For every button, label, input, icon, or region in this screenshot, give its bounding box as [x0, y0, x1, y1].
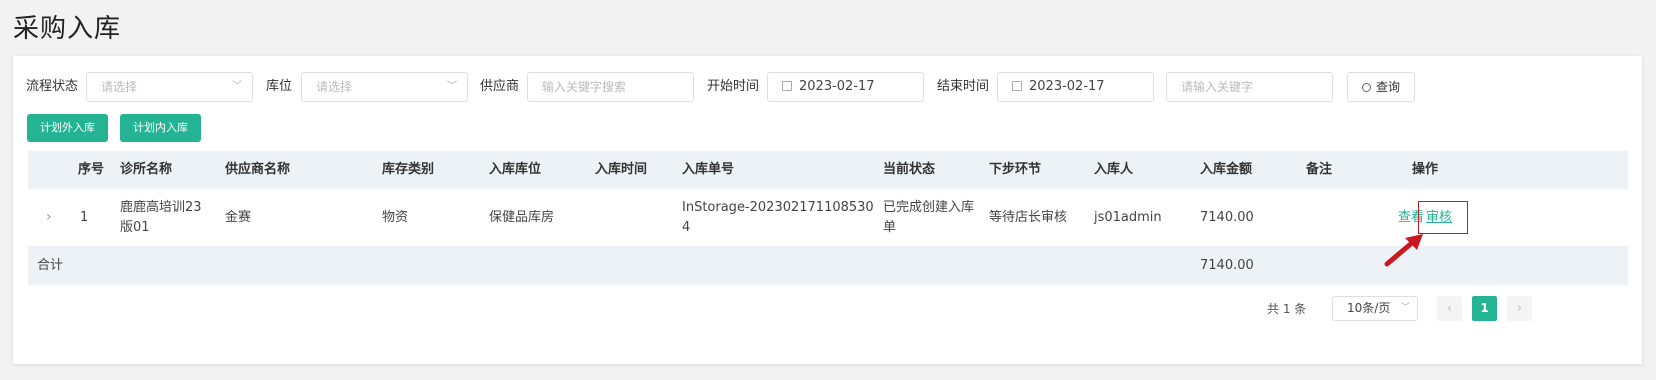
col-time: 入库时间: [595, 162, 648, 177]
supplier-filter-label: 供应商: [480, 79, 520, 94]
table-header: 序号 诊所名称 供应商名称 库存类别 入库库位 入库时间 入库单号 当前状态 下…: [28, 151, 1628, 189]
current-page-button[interactable]: 1: [1472, 296, 1497, 321]
cell-clinic-line1: 鹿鹿高培训23: [120, 200, 202, 215]
summary-label: 合计: [37, 258, 64, 273]
col-location: 入库库位: [489, 162, 542, 177]
query-button-label: 查询: [1376, 80, 1401, 94]
col-operator: 入库人: [1094, 162, 1134, 177]
summary-amount: 7140.00: [1200, 258, 1254, 273]
location-select[interactable]: 请选择 ﹀: [301, 72, 468, 102]
cell-next-step: 等待店长审核: [989, 210, 1068, 225]
col-amount: 入库金额: [1200, 162, 1253, 177]
supplier-search-placeholder: 输入关键字搜索: [542, 80, 627, 94]
filter-bar: 流程状态 请选择 ﹀ 库位 请选择 ﹀ 供应商 输入关键字搜索 开始时间 202…: [13, 72, 1642, 102]
page-size-select[interactable]: 10条/页 ﹀: [1332, 296, 1418, 321]
col-clinic: 诊所名称: [120, 162, 173, 177]
col-remark: 备注: [1306, 162, 1333, 177]
planned-inbound-button[interactable]: 计划内入库: [120, 114, 201, 142]
start-date-value: 2023-02-17: [799, 79, 875, 94]
col-index: 序号: [78, 162, 105, 177]
pagination-total: 共 1 条: [1267, 302, 1307, 316]
location-filter-label: 库位: [266, 79, 293, 94]
calendar-icon: [782, 81, 792, 91]
status-select[interactable]: 请选择 ﹀: [86, 72, 253, 102]
col-category: 库存类别: [382, 162, 435, 177]
cell-clinic-line2: 版01: [120, 220, 150, 235]
cell-clinic: 鹿鹿高培训23 版01: [120, 198, 202, 238]
cell-operator: js01admin: [1094, 210, 1162, 225]
cell-location: 保健品库房: [489, 210, 555, 225]
red-arrow-annotation: [1384, 234, 1423, 267]
end-date-picker[interactable]: 2023-02-17: [997, 72, 1154, 102]
end-time-label: 结束时间: [937, 79, 990, 94]
cell-status-line1: 已完成创建入库: [883, 200, 975, 215]
chevron-down-icon: ﹀: [1400, 303, 1410, 313]
start-time-label: 开始时间: [707, 79, 760, 94]
query-button[interactable]: 查询: [1347, 72, 1416, 102]
chevron-down-icon: ﹀: [447, 81, 457, 92]
prev-page-button[interactable]: ‹: [1437, 296, 1462, 321]
location-select-placeholder: 请选择: [316, 80, 353, 94]
keyword-placeholder: 请输入关键字: [1181, 80, 1254, 94]
next-page-button[interactable]: ›: [1507, 296, 1532, 321]
col-supplier: 供应商名称: [225, 162, 291, 177]
main-card: 流程状态 请选择 ﹀ 库位 请选择 ﹀ 供应商 输入关键字搜索 开始时间 202…: [13, 56, 1642, 364]
page-size-value: 10条/页: [1347, 301, 1391, 315]
cell-order-no-line2: 4: [682, 220, 691, 235]
keyword-input[interactable]: 请输入关键字: [1166, 72, 1333, 102]
expand-row-icon[interactable]: ›: [46, 209, 52, 225]
col-actions: 操作: [1412, 162, 1439, 177]
cell-supplier: 金赛: [225, 210, 252, 225]
cell-order-no: InStorage-202302171108530 4: [682, 198, 874, 238]
page-title: 采购入库: [13, 14, 122, 44]
supplier-search-input[interactable]: 输入关键字搜索: [527, 72, 694, 102]
start-date-picker[interactable]: 2023-02-17: [767, 72, 924, 102]
col-order-no: 入库单号: [682, 162, 735, 177]
cell-order-no-line1: InStorage-202302171108530: [682, 200, 874, 215]
cell-amount: 7140.00: [1200, 210, 1254, 225]
cell-category: 物资: [382, 210, 409, 225]
status-filter-label: 流程状态: [26, 79, 79, 94]
calendar-icon: [1012, 81, 1022, 91]
col-status: 当前状态: [883, 162, 936, 177]
cell-status: 已完成创建入库 单: [883, 198, 974, 238]
chevron-down-icon: ﹀: [232, 81, 242, 92]
cell-index: 1: [80, 210, 89, 225]
search-icon: [1362, 83, 1371, 92]
cell-status-line2: 单: [883, 220, 897, 235]
status-select-placeholder: 请选择: [101, 80, 138, 94]
col-next-step: 下步环节: [989, 162, 1042, 177]
end-date-value: 2023-02-17: [1029, 79, 1105, 94]
audit-link[interactable]: 审核: [1426, 189, 1452, 247]
unplanned-inbound-button[interactable]: 计划外入库: [27, 114, 108, 142]
